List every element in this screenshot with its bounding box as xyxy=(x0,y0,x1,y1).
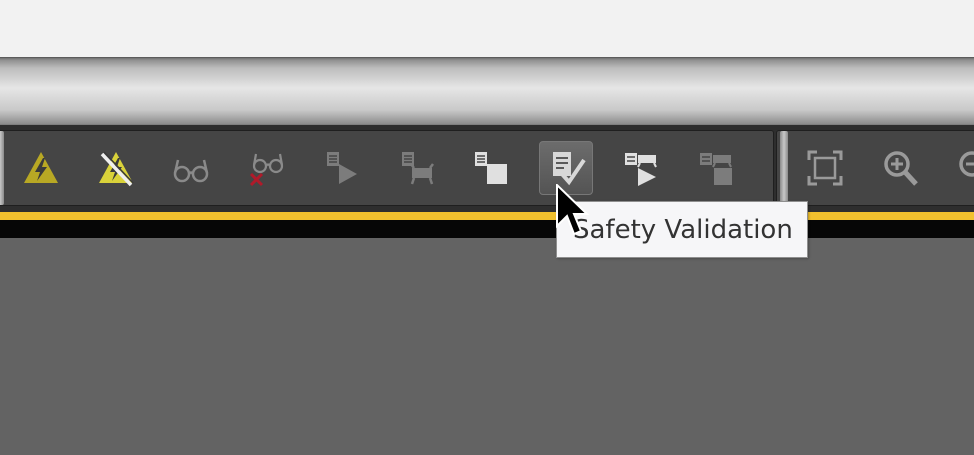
lightning-triangle-icon xyxy=(24,152,58,183)
glasses-x-icon xyxy=(249,153,284,187)
fit-frame-icon xyxy=(807,150,843,186)
divider-bar xyxy=(0,220,974,238)
film-stop-button[interactable] xyxy=(689,141,743,195)
film-square-icon xyxy=(700,153,732,185)
lightning-triangle-slash-icon xyxy=(99,151,134,187)
toolbar-grip-handle[interactable] xyxy=(780,131,788,205)
glasses-button[interactable] xyxy=(164,141,218,195)
tooltip-text: Safety Validation xyxy=(573,214,793,245)
list-square-icon xyxy=(475,152,507,184)
tooltip: Safety Validation xyxy=(556,201,808,258)
list-play-icon xyxy=(327,152,357,184)
film-play-button[interactable] xyxy=(614,141,668,195)
zoom-in-icon xyxy=(884,151,918,186)
window-top-area xyxy=(0,0,974,57)
zoom-out-icon xyxy=(959,151,974,177)
high-voltage-warning-button[interactable] xyxy=(14,141,68,195)
zoom-in-button[interactable] xyxy=(873,141,927,195)
accent-divider xyxy=(0,212,974,220)
list-robot-icon xyxy=(402,152,434,185)
main-viewport[interactable] xyxy=(0,238,974,455)
run-list-button[interactable] xyxy=(314,141,368,195)
zoom-out-button[interactable] xyxy=(948,141,974,195)
glasses-remove-button[interactable] xyxy=(239,141,293,195)
glasses-icon xyxy=(173,159,209,183)
mouse-cursor-icon xyxy=(556,184,590,236)
list-check-icon xyxy=(553,152,586,186)
hide-warnings-button[interactable] xyxy=(89,141,143,195)
robot-list-button[interactable] xyxy=(389,141,443,195)
list-stop-button[interactable] xyxy=(464,141,518,195)
fit-view-button[interactable] xyxy=(798,141,852,195)
film-play-icon xyxy=(625,153,657,186)
window-chrome-bar xyxy=(0,57,974,125)
toolbar-grip-handle[interactable] xyxy=(0,131,4,205)
